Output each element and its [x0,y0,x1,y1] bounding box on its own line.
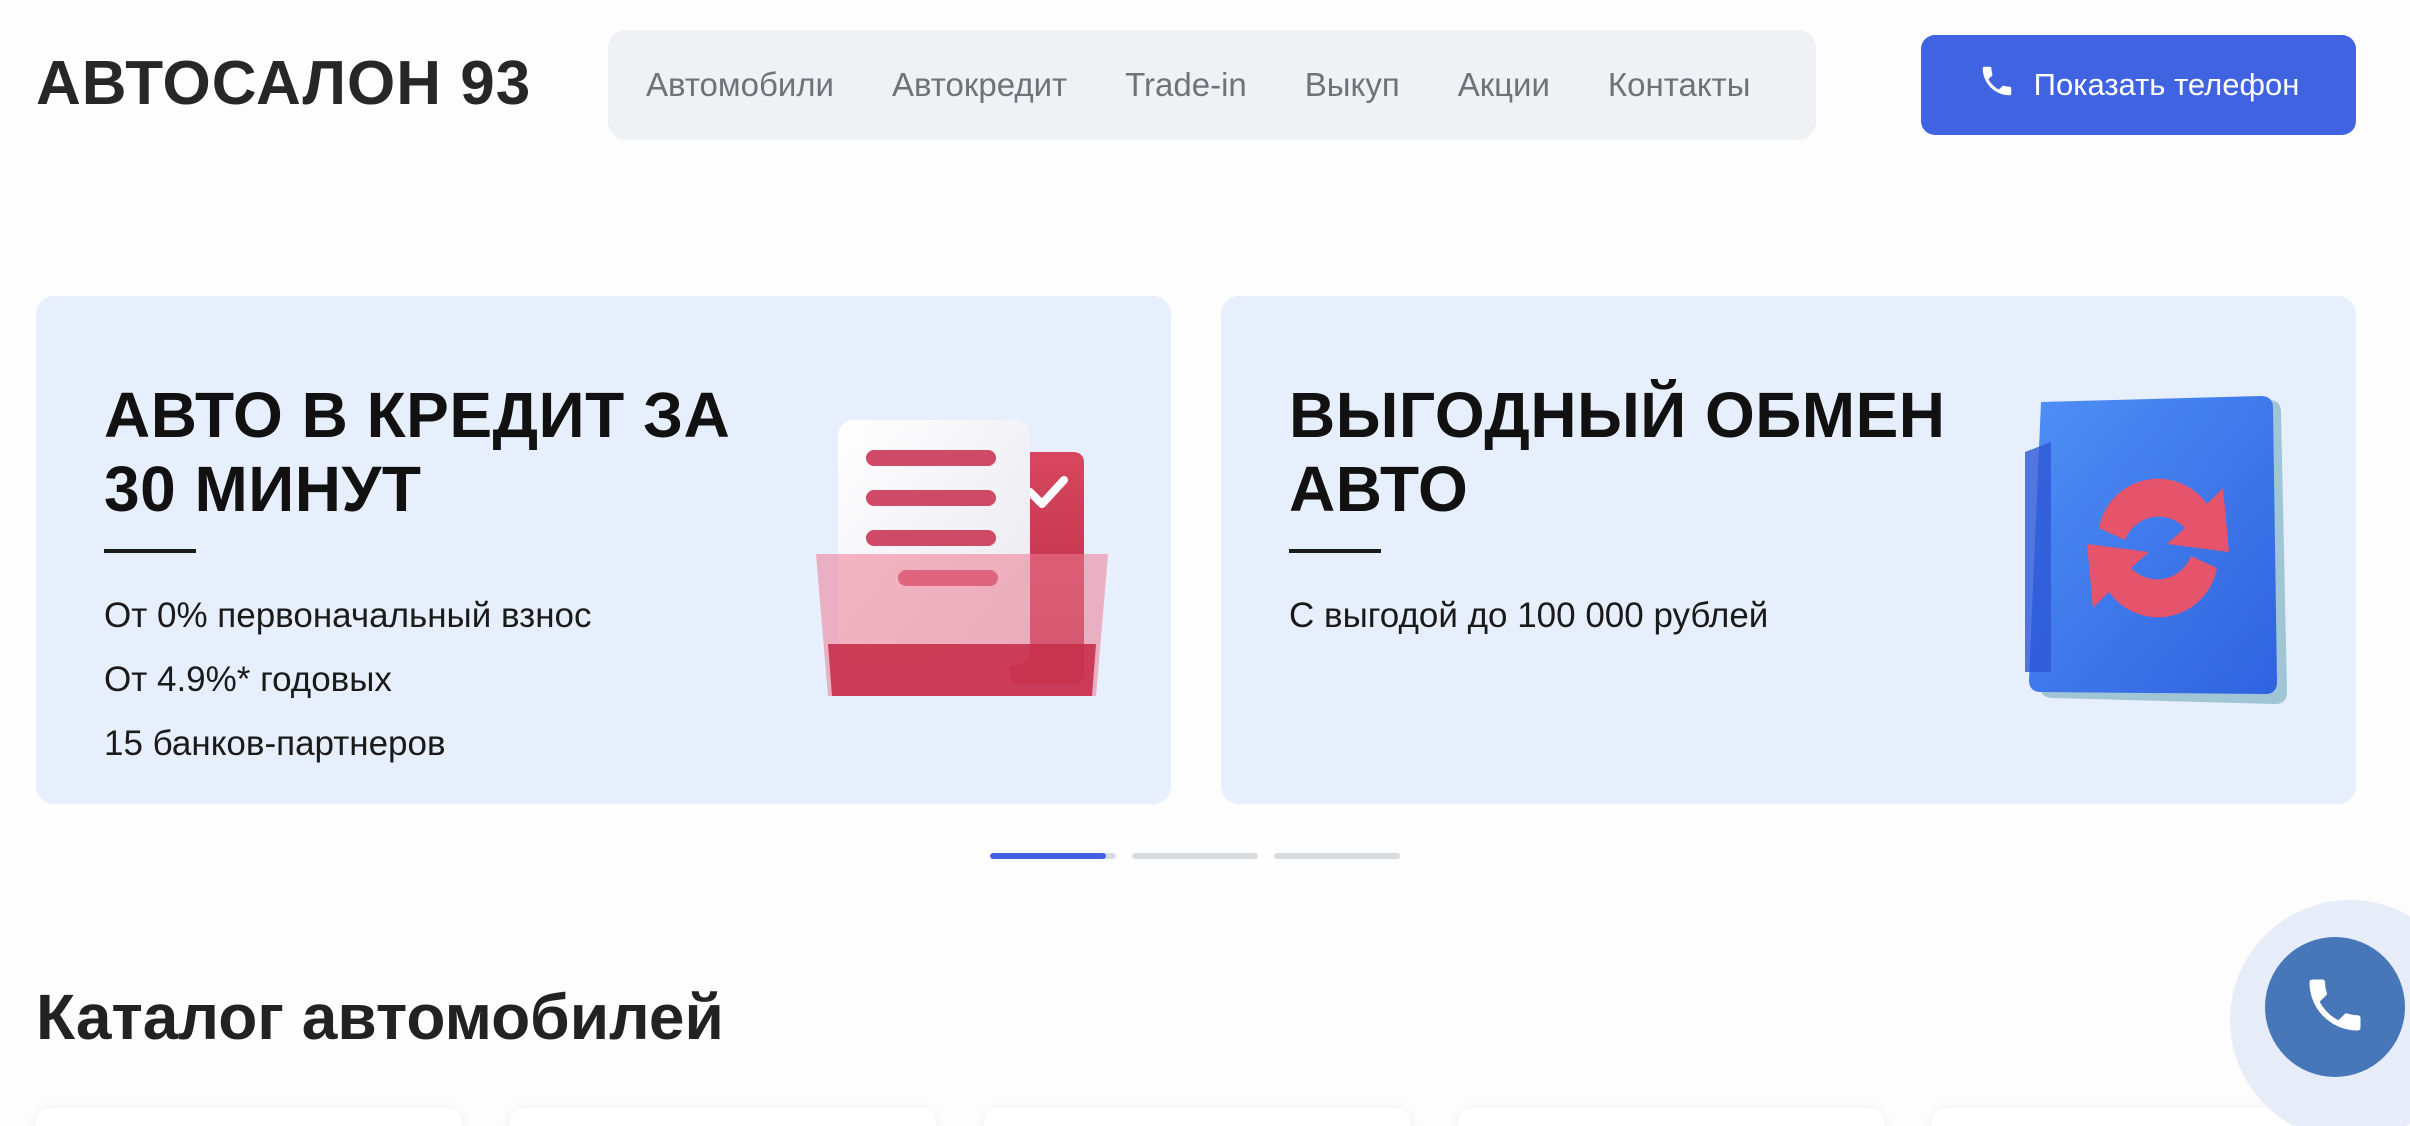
promo-details: От 0% первоначальный взнос От 4.9%* годо… [104,596,592,788]
exchange-arrows-icon [2025,396,2287,704]
phone-icon [1978,62,2016,108]
phone-icon [2301,971,2369,1044]
slider-pagination [990,853,1400,859]
promo-detail: От 0% первоначальный взнос [104,596,592,635]
nav-item-car-loan[interactable]: Автокредит [892,66,1067,104]
promo-details: С выгодой до 100 000 рублей [1289,596,1768,660]
nav-item-cars[interactable]: Автомобили [646,66,834,104]
promo-divider [104,549,196,553]
slider-progress [990,853,1106,859]
show-phone-button[interactable]: Показать телефон [1921,35,2356,135]
show-phone-label: Показать телефон [2033,67,2300,102]
catalog-card[interactable] [510,1108,936,1126]
promo-detail: От 4.9%* годовых [104,660,392,699]
nav-item-promotions[interactable]: Акции [1458,66,1550,104]
catalog-card[interactable] [1458,1108,1884,1126]
slider-dot-2[interactable] [1132,853,1258,859]
promo-title-line: АВТО В КРЕДИТ ЗА [104,379,731,451]
promo-title: ВЫГОДНЫЙ ОБМЕН АВТО [1289,378,1946,526]
promo-title-line: 30 МИНУТ [104,453,422,525]
nav-item-contacts[interactable]: Контакты [1608,66,1751,104]
catalog-card[interactable] [984,1108,1410,1126]
promo-detail: С выгодой до 100 000 рублей [1289,596,1769,635]
floating-call-button[interactable] [2265,937,2405,1077]
site-header: АВТОСАЛОН 93 Автомобили Автокредит Trade… [0,0,2410,170]
catalog-grid [36,1108,2358,1126]
document-folder-icon [816,420,1108,696]
nav-item-trade-in[interactable]: Trade-in [1125,66,1247,104]
catalog-title: Каталог автомобилей [36,981,724,1053]
promo-divider [1289,549,1381,553]
promo-card-car-loan[interactable]: АВТО В КРЕДИТ ЗА 30 МИНУТ От 0% первонач… [36,296,1171,804]
site-logo[interactable]: АВТОСАЛОН 93 [36,48,531,119]
slider-dot-3[interactable] [1274,853,1400,859]
promo-title-line: АВТО [1289,453,1469,525]
main-nav: Автомобили Автокредит Trade-in Выкуп Акц… [608,30,1816,140]
promo-detail: 15 банков-партнеров [104,724,446,763]
promo-card-trade-in[interactable]: ВЫГОДНЫЙ ОБМЕН АВТО С выгодой до 100 000… [1221,296,2356,804]
promo-title: АВТО В КРЕДИТ ЗА 30 МИНУТ [104,378,730,526]
nav-item-buyout[interactable]: Выкуп [1305,66,1400,104]
slider-dot-1[interactable] [990,853,1116,859]
catalog-card[interactable] [36,1108,462,1126]
promo-title-line: ВЫГОДНЫЙ ОБМЕН [1289,379,1946,451]
